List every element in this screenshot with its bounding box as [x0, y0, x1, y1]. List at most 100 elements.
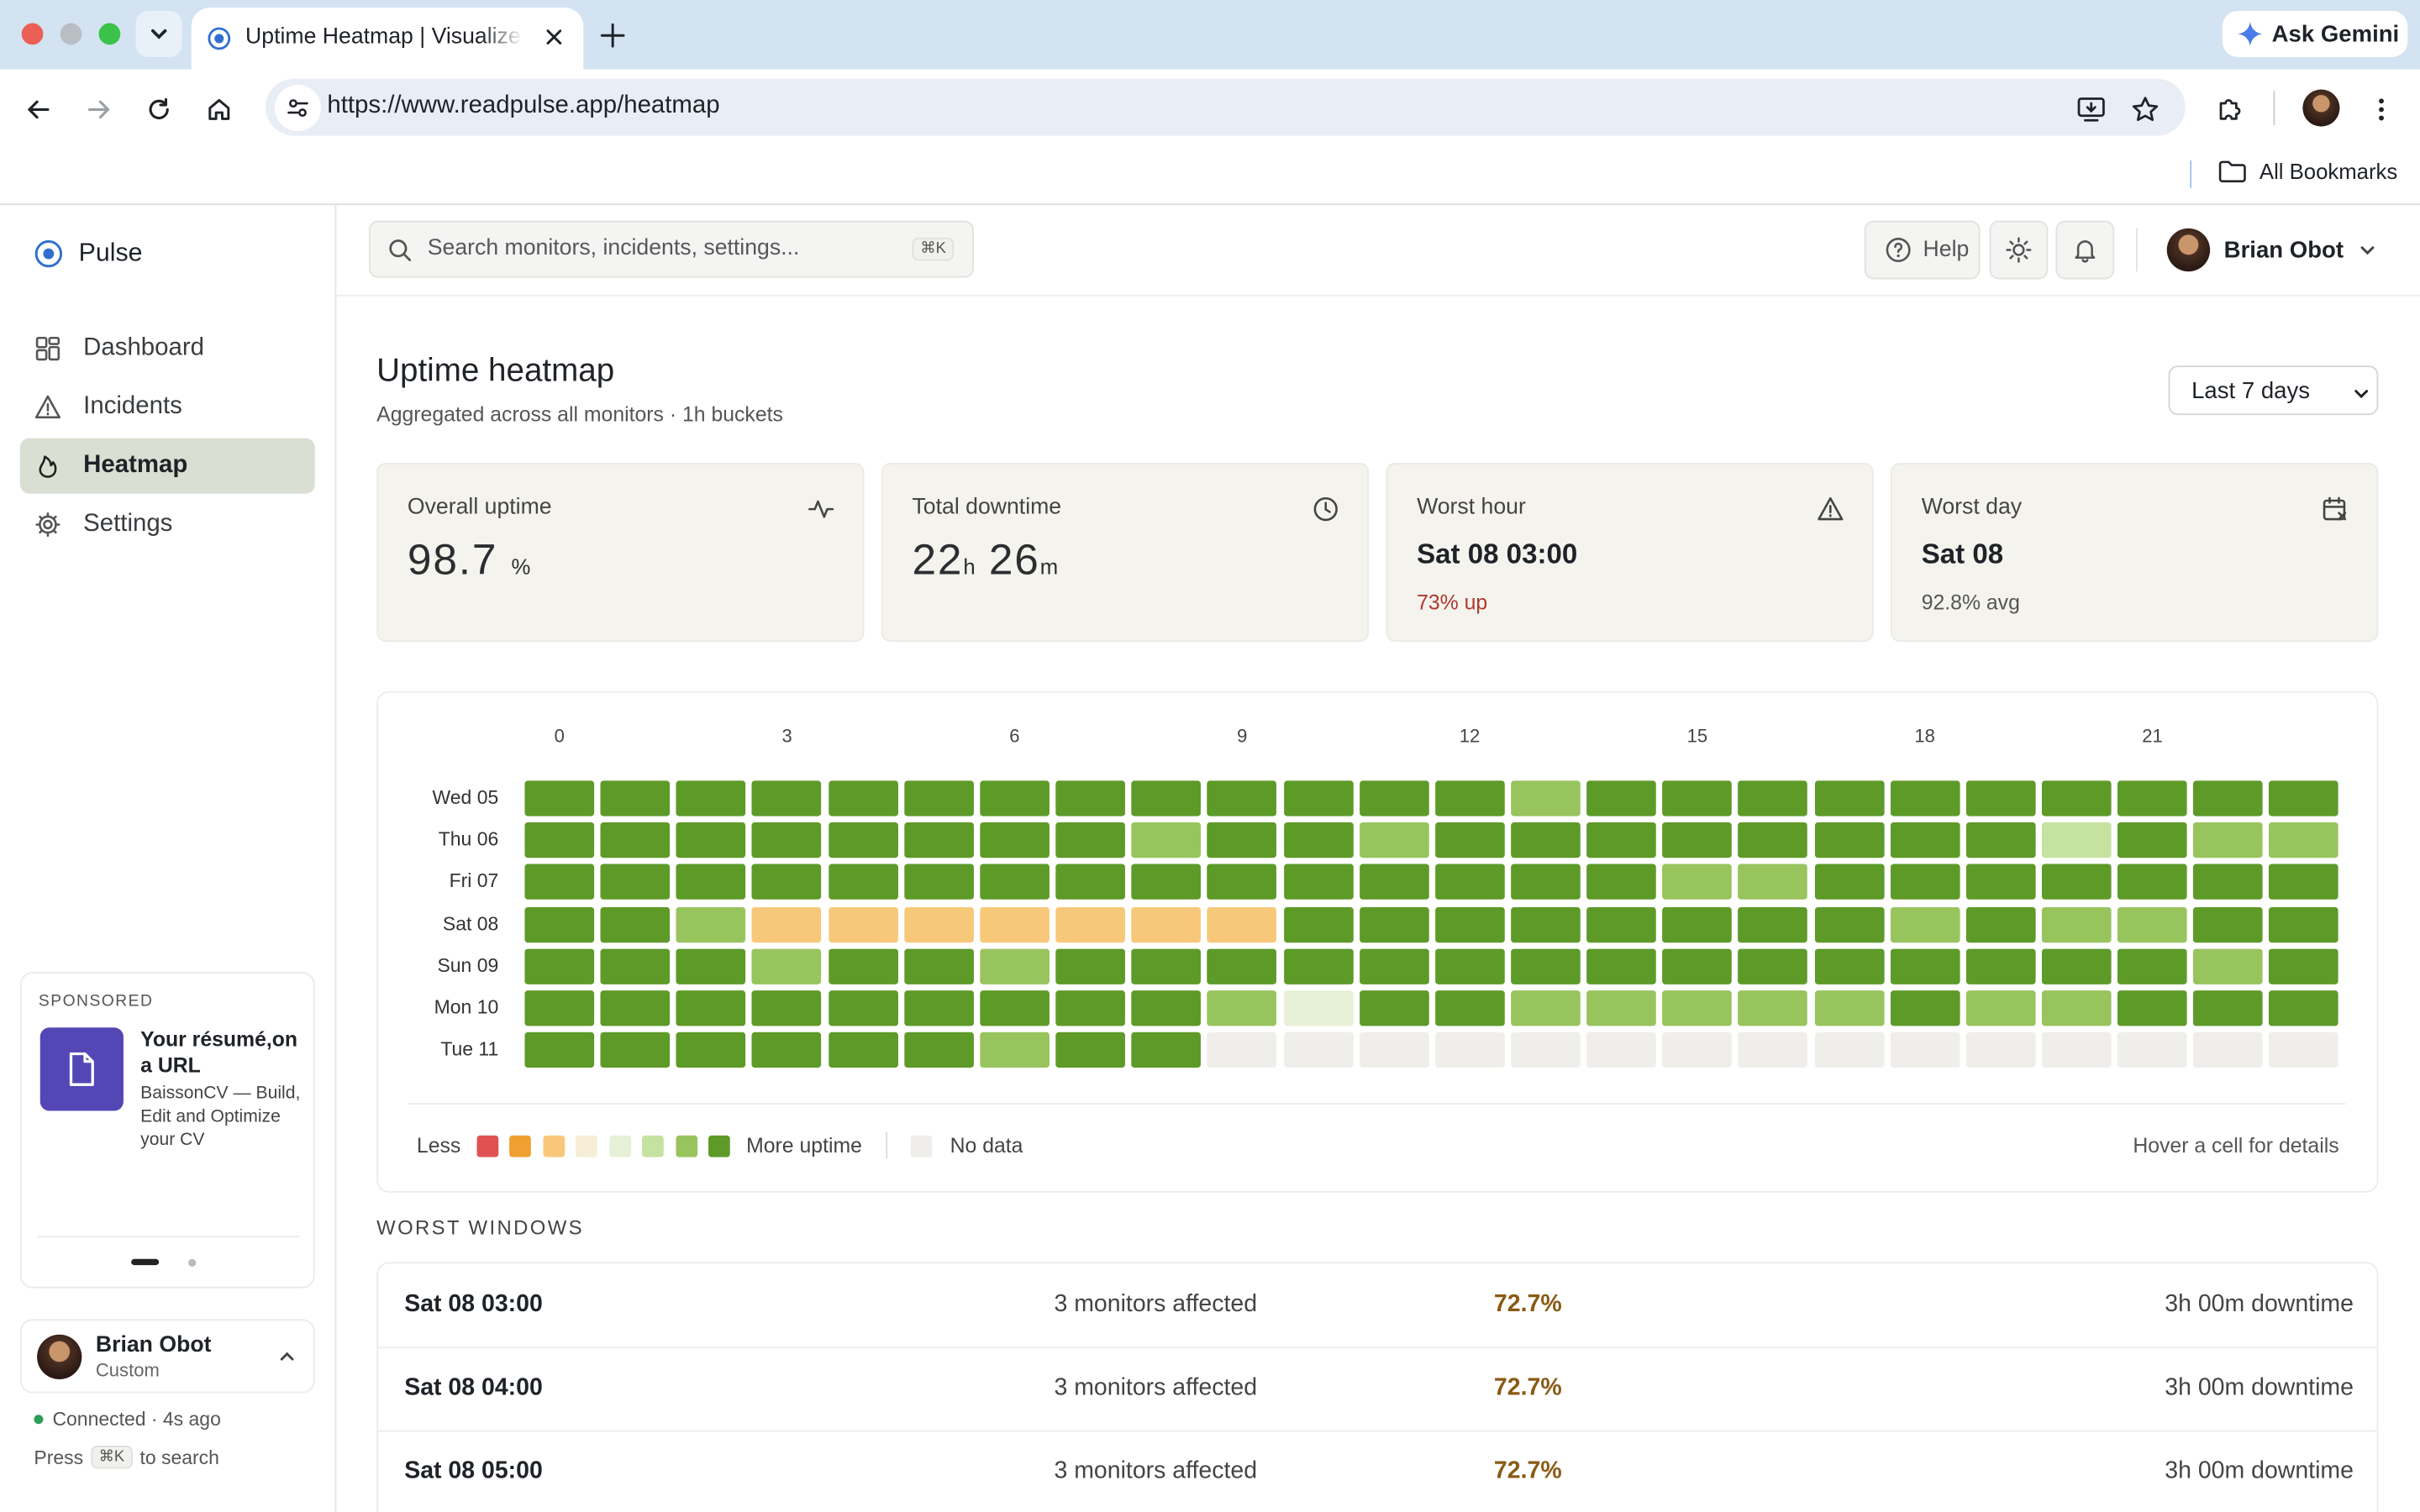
heatmap-cell[interactable] — [1131, 906, 1202, 942]
heatmap-cell[interactable] — [980, 822, 1050, 858]
heatmap-cell[interactable] — [752, 1032, 822, 1068]
heatmap-cell[interactable] — [903, 1032, 974, 1068]
heatmap-cell[interactable] — [752, 822, 822, 858]
extensions-button[interactable] — [2210, 90, 2250, 130]
heatmap-cell[interactable] — [1207, 864, 1277, 900]
heatmap-cell[interactable] — [1434, 990, 1505, 1026]
heatmap-cell[interactable] — [2041, 780, 2112, 816]
heatmap-cell[interactable] — [1207, 822, 1277, 858]
new-tab-button[interactable] — [596, 18, 629, 52]
heatmap-cell[interactable] — [1814, 822, 1884, 858]
heatmap-cell[interactable] — [2118, 948, 2187, 984]
heatmap-cell[interactable] — [1434, 780, 1505, 816]
heatmap-cell[interactable] — [1890, 948, 1960, 984]
search-box[interactable]: ⌘K — [368, 220, 974, 278]
date-range-select[interactable]: Last 7 days — [2168, 365, 2379, 416]
heatmap-cell[interactable] — [1738, 906, 1808, 942]
heatmap-cell[interactable] — [1738, 780, 1808, 816]
heatmap-cell[interactable] — [1283, 864, 1353, 900]
heatmap-cell[interactable] — [600, 906, 671, 942]
heatmap-cell[interactable] — [1055, 864, 1126, 900]
heatmap-cell[interactable] — [2269, 780, 2339, 816]
heatmap-cell[interactable] — [1055, 1032, 1126, 1068]
notifications-button[interactable] — [2055, 220, 2115, 280]
heatmap-cell[interactable] — [2269, 990, 2339, 1026]
brand[interactable]: Pulse — [34, 239, 142, 269]
heatmap-cell[interactable] — [752, 864, 822, 900]
heatmap-cell[interactable] — [2193, 1032, 2264, 1068]
window-close-button[interactable] — [21, 23, 44, 45]
heatmap-cell[interactable] — [524, 990, 595, 1026]
heatmap-cell[interactable] — [600, 990, 671, 1026]
heatmap-cell[interactable] — [1586, 906, 1656, 942]
heatmap-cell[interactable] — [1131, 948, 1202, 984]
heatmap-cell[interactable] — [2041, 864, 2112, 900]
install-app-button[interactable] — [2071, 90, 2112, 130]
heatmap-cell[interactable] — [980, 948, 1050, 984]
heatmap-cell[interactable] — [2118, 990, 2187, 1026]
heatmap-cell[interactable] — [1055, 948, 1126, 984]
heatmap-cell[interactable] — [2118, 864, 2187, 900]
heatmap-cell[interactable] — [1965, 906, 2036, 942]
heatmap-cell[interactable] — [828, 990, 898, 1026]
heatmap-cell[interactable] — [1890, 906, 1960, 942]
heatmap-cell[interactable] — [1586, 990, 1656, 1026]
heatmap-cell[interactable] — [676, 906, 746, 942]
heatmap-cell[interactable] — [1662, 822, 1733, 858]
heatmap-cell[interactable] — [1738, 864, 1808, 900]
heatmap-cell[interactable] — [2193, 990, 2264, 1026]
heatmap-cell[interactable] — [980, 1032, 1050, 1068]
heatmap-cell[interactable] — [752, 906, 822, 942]
heatmap-cell[interactable] — [2269, 948, 2339, 984]
heatmap-cell[interactable] — [752, 780, 822, 816]
sidebar-item-settings[interactable]: Settings — [20, 496, 315, 552]
table-row[interactable]: Sat 08 05:00 3 monitors affected 72.7% 3… — [378, 1431, 2377, 1512]
user-menu-card[interactable]: Brian Obot Custom — [19, 1319, 315, 1394]
heatmap-cell[interactable] — [524, 864, 595, 900]
heatmap-cell[interactable] — [1511, 1032, 1581, 1068]
heatmap-cell[interactable] — [1283, 822, 1353, 858]
heatmap-cell[interactable] — [1586, 822, 1656, 858]
heatmap-cell[interactable] — [980, 864, 1050, 900]
heatmap-cell[interactable] — [1965, 1032, 2036, 1068]
carousel-dot[interactable] — [188, 1258, 197, 1267]
heatmap-cell[interactable] — [1511, 864, 1581, 900]
heatmap-cell[interactable] — [676, 864, 746, 900]
heatmap-cell[interactable] — [1434, 948, 1505, 984]
heatmap-cell[interactable] — [676, 822, 746, 858]
heatmap-cell[interactable] — [828, 822, 898, 858]
heatmap-cell[interactable] — [1738, 990, 1808, 1026]
table-row[interactable]: Sat 08 03:00 3 monitors affected 72.7% 3… — [377, 1263, 2377, 1349]
heatmap-cell[interactable] — [600, 780, 671, 816]
heatmap-cell[interactable] — [1359, 1032, 1429, 1068]
heatmap-cell[interactable] — [2118, 906, 2187, 942]
heatmap-cell[interactable] — [752, 948, 822, 984]
heatmap-cell[interactable] — [1586, 1032, 1656, 1068]
forward-button[interactable] — [79, 90, 119, 130]
heatmap-cell[interactable] — [903, 780, 974, 816]
heatmap-cell[interactable] — [903, 822, 974, 858]
heatmap-cell[interactable] — [1207, 1032, 1277, 1068]
heatmap-cell[interactable] — [1586, 864, 1656, 900]
heatmap-cell[interactable] — [1965, 822, 2036, 858]
heatmap-cell[interactable] — [1055, 990, 1126, 1026]
heatmap-cell[interactable] — [2269, 1032, 2339, 1068]
heatmap-cell[interactable] — [1131, 780, 1202, 816]
heatmap-cell[interactable] — [828, 780, 898, 816]
heatmap-cell[interactable] — [1434, 906, 1505, 942]
heatmap-cell[interactable] — [2041, 906, 2112, 942]
heatmap-cell[interactable] — [1359, 780, 1429, 816]
heatmap-cell[interactable] — [1586, 780, 1656, 816]
bookmark-star-button[interactable] — [2125, 90, 2165, 130]
heatmap-cell[interactable] — [2269, 822, 2339, 858]
heatmap-cell[interactable] — [1283, 906, 1353, 942]
heatmap-cell[interactable] — [600, 864, 671, 900]
heatmap-cell[interactable] — [676, 780, 746, 816]
heatmap-cell[interactable] — [1965, 990, 2036, 1026]
heatmap-cell[interactable] — [1434, 1032, 1505, 1068]
heatmap-cell[interactable] — [600, 1032, 671, 1068]
heatmap-cell[interactable] — [1511, 990, 1581, 1026]
heatmap-cell[interactable] — [2269, 906, 2339, 942]
heatmap-cell[interactable] — [2041, 1032, 2112, 1068]
browser-menu-button[interactable] — [2361, 90, 2402, 130]
